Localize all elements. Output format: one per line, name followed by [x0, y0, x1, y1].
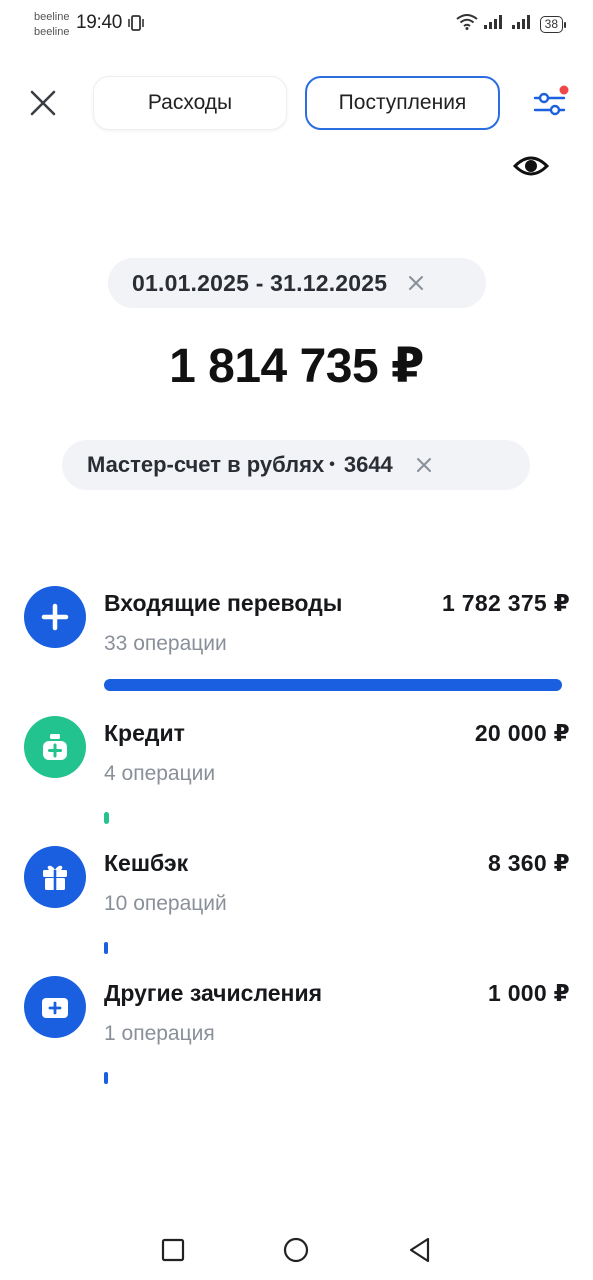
vibrate-icon — [127, 15, 145, 36]
category-operations: 10 операций — [104, 892, 227, 915]
category-share-bar — [104, 679, 570, 691]
share-bar-fill — [104, 812, 110, 824]
category-share-bar — [104, 942, 570, 954]
share-bar-fill — [104, 942, 108, 954]
status-time: 19:40 — [76, 12, 123, 33]
eye-icon — [512, 156, 550, 176]
square-icon — [161, 1238, 185, 1262]
category-title: Другие зачисления — [104, 980, 323, 1006]
category-amount: 1 000 ₽ — [487, 980, 570, 1006]
visibility-toggle[interactable] — [512, 149, 550, 183]
date-range-chip[interactable]: 01.01.2025 - 31.12.2025 — [108, 258, 486, 308]
category-operations: 33 операции — [104, 632, 227, 655]
date-range-text: 01.01.2025 - 31.12.2025 — [132, 269, 388, 296]
tab-income[interactable]: Поступления — [305, 76, 500, 130]
carrier-1: beeline — [34, 11, 70, 23]
close-button[interactable] — [26, 86, 60, 120]
system-icons: 38 — [456, 14, 567, 35]
account-number: 3644 — [343, 452, 393, 477]
tab-expenses[interactable]: Расходы — [93, 76, 287, 130]
category-row-other-income[interactable]: Другие зачисления 1 000 ₽ 1 операция — [24, 976, 570, 1096]
home-button[interactable] — [276, 1232, 316, 1268]
category-operations: 1 операция — [104, 1022, 215, 1045]
wifi-icon — [456, 14, 478, 35]
account-separator: • — [329, 456, 335, 473]
category-operations: 4 операции — [104, 762, 216, 785]
share-bar-fill — [104, 1072, 108, 1084]
category-amount: 1 782 375 ₽ — [441, 590, 570, 616]
back-button[interactable] — [400, 1232, 440, 1268]
category-title: Входящие переводы — [104, 590, 343, 616]
clear-date-icon[interactable] — [407, 274, 425, 292]
account-chip[interactable]: Мастер-счет в рублях • 3644 — [62, 440, 530, 490]
account-name: Мастер-счет в рублях — [87, 452, 325, 477]
category-amount: 20 000 ₽ — [474, 720, 570, 746]
clear-account-icon[interactable] — [415, 456, 433, 474]
category-title: Кредит — [104, 720, 185, 746]
carrier-labels: beeline beeline — [34, 10, 69, 40]
gift-icon — [24, 846, 86, 908]
plus-icon — [24, 586, 86, 648]
money-bag-icon — [24, 716, 86, 778]
category-share-bar — [104, 1072, 570, 1084]
carrier-2: beeline — [34, 26, 70, 38]
close-icon — [30, 90, 56, 116]
notification-dot — [559, 85, 569, 95]
triangle-back-icon — [409, 1237, 430, 1263]
category-title: Кешбэк — [104, 850, 189, 876]
share-bar-fill — [104, 679, 562, 691]
signal-icon-2 — [511, 15, 534, 34]
signal-icon — [483, 15, 506, 34]
battery-indicator: 38 — [539, 16, 567, 33]
total-amount: 1 814 735 ₽ — [169, 340, 424, 393]
recent-apps-button[interactable] — [153, 1232, 193, 1268]
category-row-credit[interactable]: Кредит 20 000 ₽ 4 операции — [24, 716, 570, 836]
circle-icon — [283, 1237, 309, 1263]
wallet-plus-icon — [24, 976, 86, 1038]
filter-button[interactable] — [530, 84, 570, 124]
category-row-incoming-transfers[interactable]: Входящие переводы 1 782 375 ₽ 33 операци… — [24, 586, 570, 706]
category-share-bar — [104, 812, 570, 824]
category-amount: 8 360 ₽ — [487, 850, 570, 876]
category-row-cashback[interactable]: Кешбэк 8 360 ₽ 10 операций — [24, 846, 570, 966]
sliders-icon — [533, 85, 569, 116]
